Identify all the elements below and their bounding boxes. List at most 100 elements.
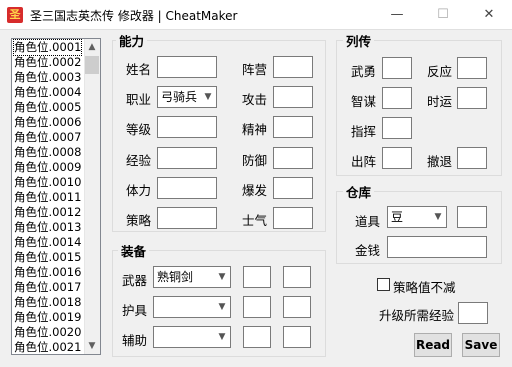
strategy-lock-checkbox[interactable] xyxy=(377,278,390,291)
spirit-label: 精神 xyxy=(242,122,268,137)
weapon-field-2[interactable] xyxy=(283,266,311,288)
armor-select[interactable]: ▼ xyxy=(153,296,231,318)
scroll-up-icon[interactable]: ▲ xyxy=(84,39,100,55)
camp-field[interactable] xyxy=(273,56,313,78)
hp-field[interactable] xyxy=(157,177,217,199)
list-item[interactable]: 角色位.0017 xyxy=(14,280,81,295)
list-item[interactable]: 角色位.0008 xyxy=(14,145,81,160)
level-field[interactable] xyxy=(157,116,217,138)
list-item[interactable]: 角色位.0013 xyxy=(14,220,81,235)
name-field[interactable] xyxy=(157,56,217,78)
retreat-label: 撤退 xyxy=(427,154,453,169)
minimize-button[interactable]: — xyxy=(374,0,420,30)
exp-field[interactable] xyxy=(157,147,217,169)
scroll-down-icon[interactable]: ▼ xyxy=(84,338,100,354)
close-button[interactable]: ✕ xyxy=(466,0,512,30)
level-label: 等级 xyxy=(126,122,152,137)
levelup-exp-label: 升级所需经验 xyxy=(379,308,455,323)
weapon-select[interactable]: 熟铜剑 ▼ xyxy=(153,266,231,288)
weapon-value: 熟铜剑 xyxy=(157,270,194,284)
money-field[interactable] xyxy=(387,236,487,258)
money-label: 金钱 xyxy=(355,243,381,258)
aux-field-1[interactable] xyxy=(243,326,271,348)
scrollbar-thumb[interactable] xyxy=(85,56,99,74)
job-value: 弓骑兵 xyxy=(161,90,198,104)
list-item[interactable]: 角色位.0012 xyxy=(14,205,81,220)
wisdom-label: 智谋 xyxy=(351,94,377,109)
ability-group-title: 能力 xyxy=(116,31,148,50)
list-item[interactable]: 角色位.0005 xyxy=(14,100,81,115)
list-item[interactable]: 角色位.0003 xyxy=(14,70,81,85)
aux-field-2[interactable] xyxy=(283,326,311,348)
list-item[interactable]: 角色位.0016 xyxy=(14,265,81,280)
title-bar: 圣 圣三国志英杰传 修改器 | CheatMaker — ☐ ✕ xyxy=(0,0,512,30)
item-count-field[interactable] xyxy=(457,206,487,228)
list-item[interactable]: 角色位.0006 xyxy=(14,115,81,130)
hp-label: 体力 xyxy=(126,183,152,198)
morale-field[interactable] xyxy=(273,207,313,229)
warehouse-group-title: 仓库 xyxy=(343,182,375,201)
list-item[interactable]: 角色位.0020 xyxy=(14,325,81,340)
list-item[interactable]: 角色位.0010 xyxy=(14,175,81,190)
response-field[interactable] xyxy=(457,57,487,79)
list-item[interactable]: 角色位.0021 xyxy=(14,340,81,354)
job-label: 职业 xyxy=(126,92,152,107)
window-title: 圣三国志英杰传 修改器 | CheatMaker xyxy=(30,9,238,23)
list-item[interactable]: 角色位.0001 xyxy=(12,39,83,56)
attack-label: 攻击 xyxy=(242,92,268,107)
biography-group-title: 列传 xyxy=(343,31,375,50)
strategy-lock-label: 策略值不减 xyxy=(393,280,456,295)
strategy-field[interactable] xyxy=(157,207,217,229)
list-scrollbar[interactable] xyxy=(84,39,100,354)
burst-label: 爆发 xyxy=(242,183,268,198)
chevron-down-icon: ▼ xyxy=(434,212,442,222)
save-button[interactable]: Save xyxy=(462,333,500,357)
list-item[interactable]: 角色位.0007 xyxy=(14,130,81,145)
burst-field[interactable] xyxy=(273,177,313,199)
chevron-down-icon: ▼ xyxy=(218,302,226,312)
app-icon: 圣 xyxy=(7,7,23,23)
weapon-label: 武器 xyxy=(122,273,148,288)
job-select[interactable]: 弓骑兵 ▼ xyxy=(157,86,217,108)
chevron-down-icon: ▼ xyxy=(218,272,226,282)
name-label: 姓名 xyxy=(126,62,152,77)
list-item[interactable]: 角色位.0019 xyxy=(14,310,81,325)
command-label: 指挥 xyxy=(351,124,377,139)
levelup-exp-field[interactable] xyxy=(458,302,488,324)
item-value: 豆 xyxy=(391,210,404,224)
spirit-field[interactable] xyxy=(273,116,313,138)
aux-label: 辅助 xyxy=(122,333,148,348)
chevron-down-icon: ▼ xyxy=(204,92,212,102)
read-button[interactable]: Read xyxy=(414,333,452,357)
weapon-field-1[interactable] xyxy=(243,266,271,288)
list-item[interactable]: 角色位.0018 xyxy=(14,295,81,310)
list-item[interactable]: 角色位.0014 xyxy=(14,235,81,250)
item-label: 道具 xyxy=(355,214,381,229)
item-select[interactable]: 豆 ▼ xyxy=(387,206,447,228)
equipment-group-title: 装备 xyxy=(118,241,150,260)
armor-field-1[interactable] xyxy=(243,296,271,318)
exp-label: 经验 xyxy=(126,153,152,168)
list-item[interactable]: 角色位.0004 xyxy=(14,85,81,100)
attack-field[interactable] xyxy=(273,86,313,108)
morale-label: 士气 xyxy=(242,213,268,228)
valor-field[interactable] xyxy=(382,57,412,79)
defense-field[interactable] xyxy=(273,147,313,169)
valor-label: 武勇 xyxy=(351,64,377,79)
maximize-button[interactable]: ☐ xyxy=(420,0,466,30)
wisdom-field[interactable] xyxy=(382,87,412,109)
chevron-down-icon: ▼ xyxy=(218,332,226,342)
fortune-field[interactable] xyxy=(457,87,487,109)
fortune-label: 时运 xyxy=(427,94,453,109)
retreat-field[interactable] xyxy=(457,147,487,169)
command-field[interactable] xyxy=(382,117,412,139)
camp-label: 阵营 xyxy=(242,62,268,77)
list-item[interactable]: 角色位.0011 xyxy=(14,190,81,205)
list-item[interactable]: 角色位.0015 xyxy=(14,250,81,265)
armor-field-2[interactable] xyxy=(283,296,311,318)
strategy-label: 策略 xyxy=(126,213,152,228)
list-item[interactable]: 角色位.0002 xyxy=(14,55,81,70)
deploy-field[interactable] xyxy=(382,147,412,169)
aux-select[interactable]: ▼ xyxy=(153,326,231,348)
list-item[interactable]: 角色位.0009 xyxy=(14,160,81,175)
